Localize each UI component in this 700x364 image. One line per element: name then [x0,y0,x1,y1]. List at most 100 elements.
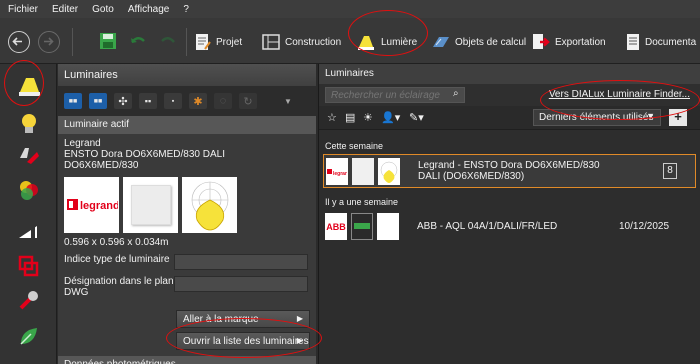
color-circles-icon [20,181,38,200]
luminaires-panel-title: Luminaires [58,64,316,86]
tab-construction[interactable]: Construction [262,32,341,52]
single-luminaire-button[interactable]: ■■ [64,93,82,109]
mode-lamps-button[interactable] [17,112,41,136]
tab-lumiere-label: Lumière [381,36,418,48]
item-title-line1: Legrand - ENSTO Dora DO6X6MED/830 [418,160,600,171]
indice-row: Indice type de luminaire [64,254,310,270]
search-icon[interactable]: ⌕ [453,88,459,99]
menu-goto[interactable]: Goto [84,4,120,15]
active-luminaire-header: Luminaire actif [58,116,316,134]
goto-brand-label: Aller à la marque [183,314,259,325]
mode-groups-button[interactable] [17,144,41,168]
luminaires-panel: Luminaires ■■ ■■ ✣ ▪▪ ▪ ✱ ◌ ↻ ▼ Luminair… [58,64,316,364]
tab-documentation-label: Documenta [645,36,697,48]
menu-editer[interactable]: Editer [44,4,84,15]
luminaire-finder-link[interactable]: Vers DIALux Luminaire Finder... [549,89,690,100]
photometric-diagram [182,177,237,233]
indice-input[interactable] [174,254,308,270]
undo-button[interactable] [128,31,150,53]
add-luminaire-button[interactable]: + [669,109,687,126]
row-arrangement-button[interactable]: ▪▪ [139,93,157,109]
polar-curve-icon [191,181,228,231]
menu-fichier[interactable]: Fichier [0,4,44,15]
tab-documentation[interactable]: Documenta [626,32,696,52]
toolbar-dropdown-icon[interactable]: ▼ [284,97,292,106]
luminaire-toolbar: ■■ ■■ ✣ ▪▪ ▪ ✱ ◌ ↻ ▼ [58,86,316,116]
lamp-icon [19,78,40,96]
goto-brand-button[interactable]: Aller à la marque ▶ [176,310,310,328]
luminaire-list-item-abb[interactable]: ABB ABB - AQL 04A/1/DALI/FR/LED 10/12/20… [323,210,696,244]
photometric-diagram [377,213,399,240]
tab-exportation-label: Exportation [555,36,606,48]
mode-dimming-button[interactable] [17,218,41,242]
recent-items-label: Derniers éléments utilisés [539,112,654,123]
photometric-diagram [378,158,400,185]
indice-label: Indice type de luminaire [64,254,170,265]
photometric-data-header[interactable]: Données photométriques [58,356,316,364]
line-arrangement-button[interactable]: ■■ [89,93,107,109]
rotate-arrangement-button[interactable]: ↻ [239,93,257,109]
circle-icon: ◌ [219,95,227,107]
luminaire-photo [123,177,178,233]
menu-affichage[interactable]: Affichage [120,4,176,15]
export-icon [533,34,550,49]
dashes-icon: ▪▪ [144,96,152,106]
favorite-star-icon[interactable]: ☆ [327,111,337,124]
luminaire-list-item-legrand[interactable]: legrand Legrand - ENSTO Dora DO6X6MED/83… [323,154,696,188]
catalog-panel-title: Luminaires [319,64,700,84]
circle-arrangement-button[interactable]: ◌ [214,93,232,109]
svg-text:legrand: legrand [80,200,118,212]
open-luminaire-list-button[interactable]: Ouvrir la liste des luminaires ▶ [176,332,310,350]
mode-luminaires-button[interactable] [14,70,44,100]
item-date: 10/12/2025 [619,221,670,232]
tab-projet[interactable]: Projet [195,32,242,52]
document-filter-icon[interactable]: ▤ [345,111,355,124]
tab-lumiere[interactable]: Lumière [356,32,417,52]
rotate-icon: ↻ [243,95,253,108]
magic-arrangement-button[interactable]: ✱ [189,93,207,109]
user-filter-icon[interactable]: 👤▾ [381,111,400,124]
back-button[interactable] [8,31,30,53]
field-arrangement-button[interactable]: ✣ [114,93,132,109]
menu-bar: Fichier Editer Goto Affichage ? [0,0,700,18]
wrench-icon [19,291,38,310]
tools-filter-icon[interactable]: ✎▾ [409,111,424,124]
model-code: DO6X6MED/830 [64,160,139,171]
chevron-down-icon: ▼ [646,111,655,121]
mode-colors-button[interactable] [17,178,41,202]
tab-construction-label: Construction [285,36,342,48]
recent-items-select[interactable]: Derniers éléments utilisés ▼ [533,109,661,126]
scene-squares-icon [18,255,39,277]
document-icon [627,34,639,50]
catalog-toolbar: ☆ ▤ ☀ 👤▾ ✎▾ Derniers éléments utilisés ▼… [319,106,700,130]
dots-icon: ■■ [93,97,103,105]
redo-icon [161,37,175,43]
mode-energy-button[interactable] [17,324,41,348]
designation-input[interactable] [174,276,308,292]
usage-count-badge: 8 [663,163,677,179]
color-lamp-icon [20,148,39,164]
chevron-right-icon: ▶ [296,336,303,345]
calculation-plane-icon [433,37,449,47]
toolbar-divider [186,28,187,56]
mode-tools-button[interactable] [17,288,41,312]
mode-scenes-button[interactable] [17,254,41,278]
active-luminaire-details: Legrand ENSTO Dora DO6X6MED/830 DALI DO6… [58,134,316,302]
legrand-logo: legrand [326,158,348,185]
menu-help[interactable]: ? [175,4,195,15]
document-pen-icon [196,34,211,50]
cross-dots-icon: ✣ [118,95,128,108]
search-input[interactable] [325,87,465,103]
redo-button[interactable] [158,31,180,53]
luminaire-photo [352,158,374,185]
tab-objets-calcul[interactable]: Objets de calcul [432,32,526,52]
lamp-icon [358,36,374,50]
point-arrangement-button[interactable]: ▪ [164,93,182,109]
item-title-line2: DALI (DO6X6MED/830) [418,171,525,182]
tab-exportation[interactable]: Exportation [532,32,606,52]
forward-button[interactable] [38,31,60,53]
arrow-left-icon [12,37,22,46]
floorplan-icon [262,34,280,50]
save-button[interactable] [98,31,120,53]
lamp-filter-icon[interactable]: ☀ [363,111,373,124]
